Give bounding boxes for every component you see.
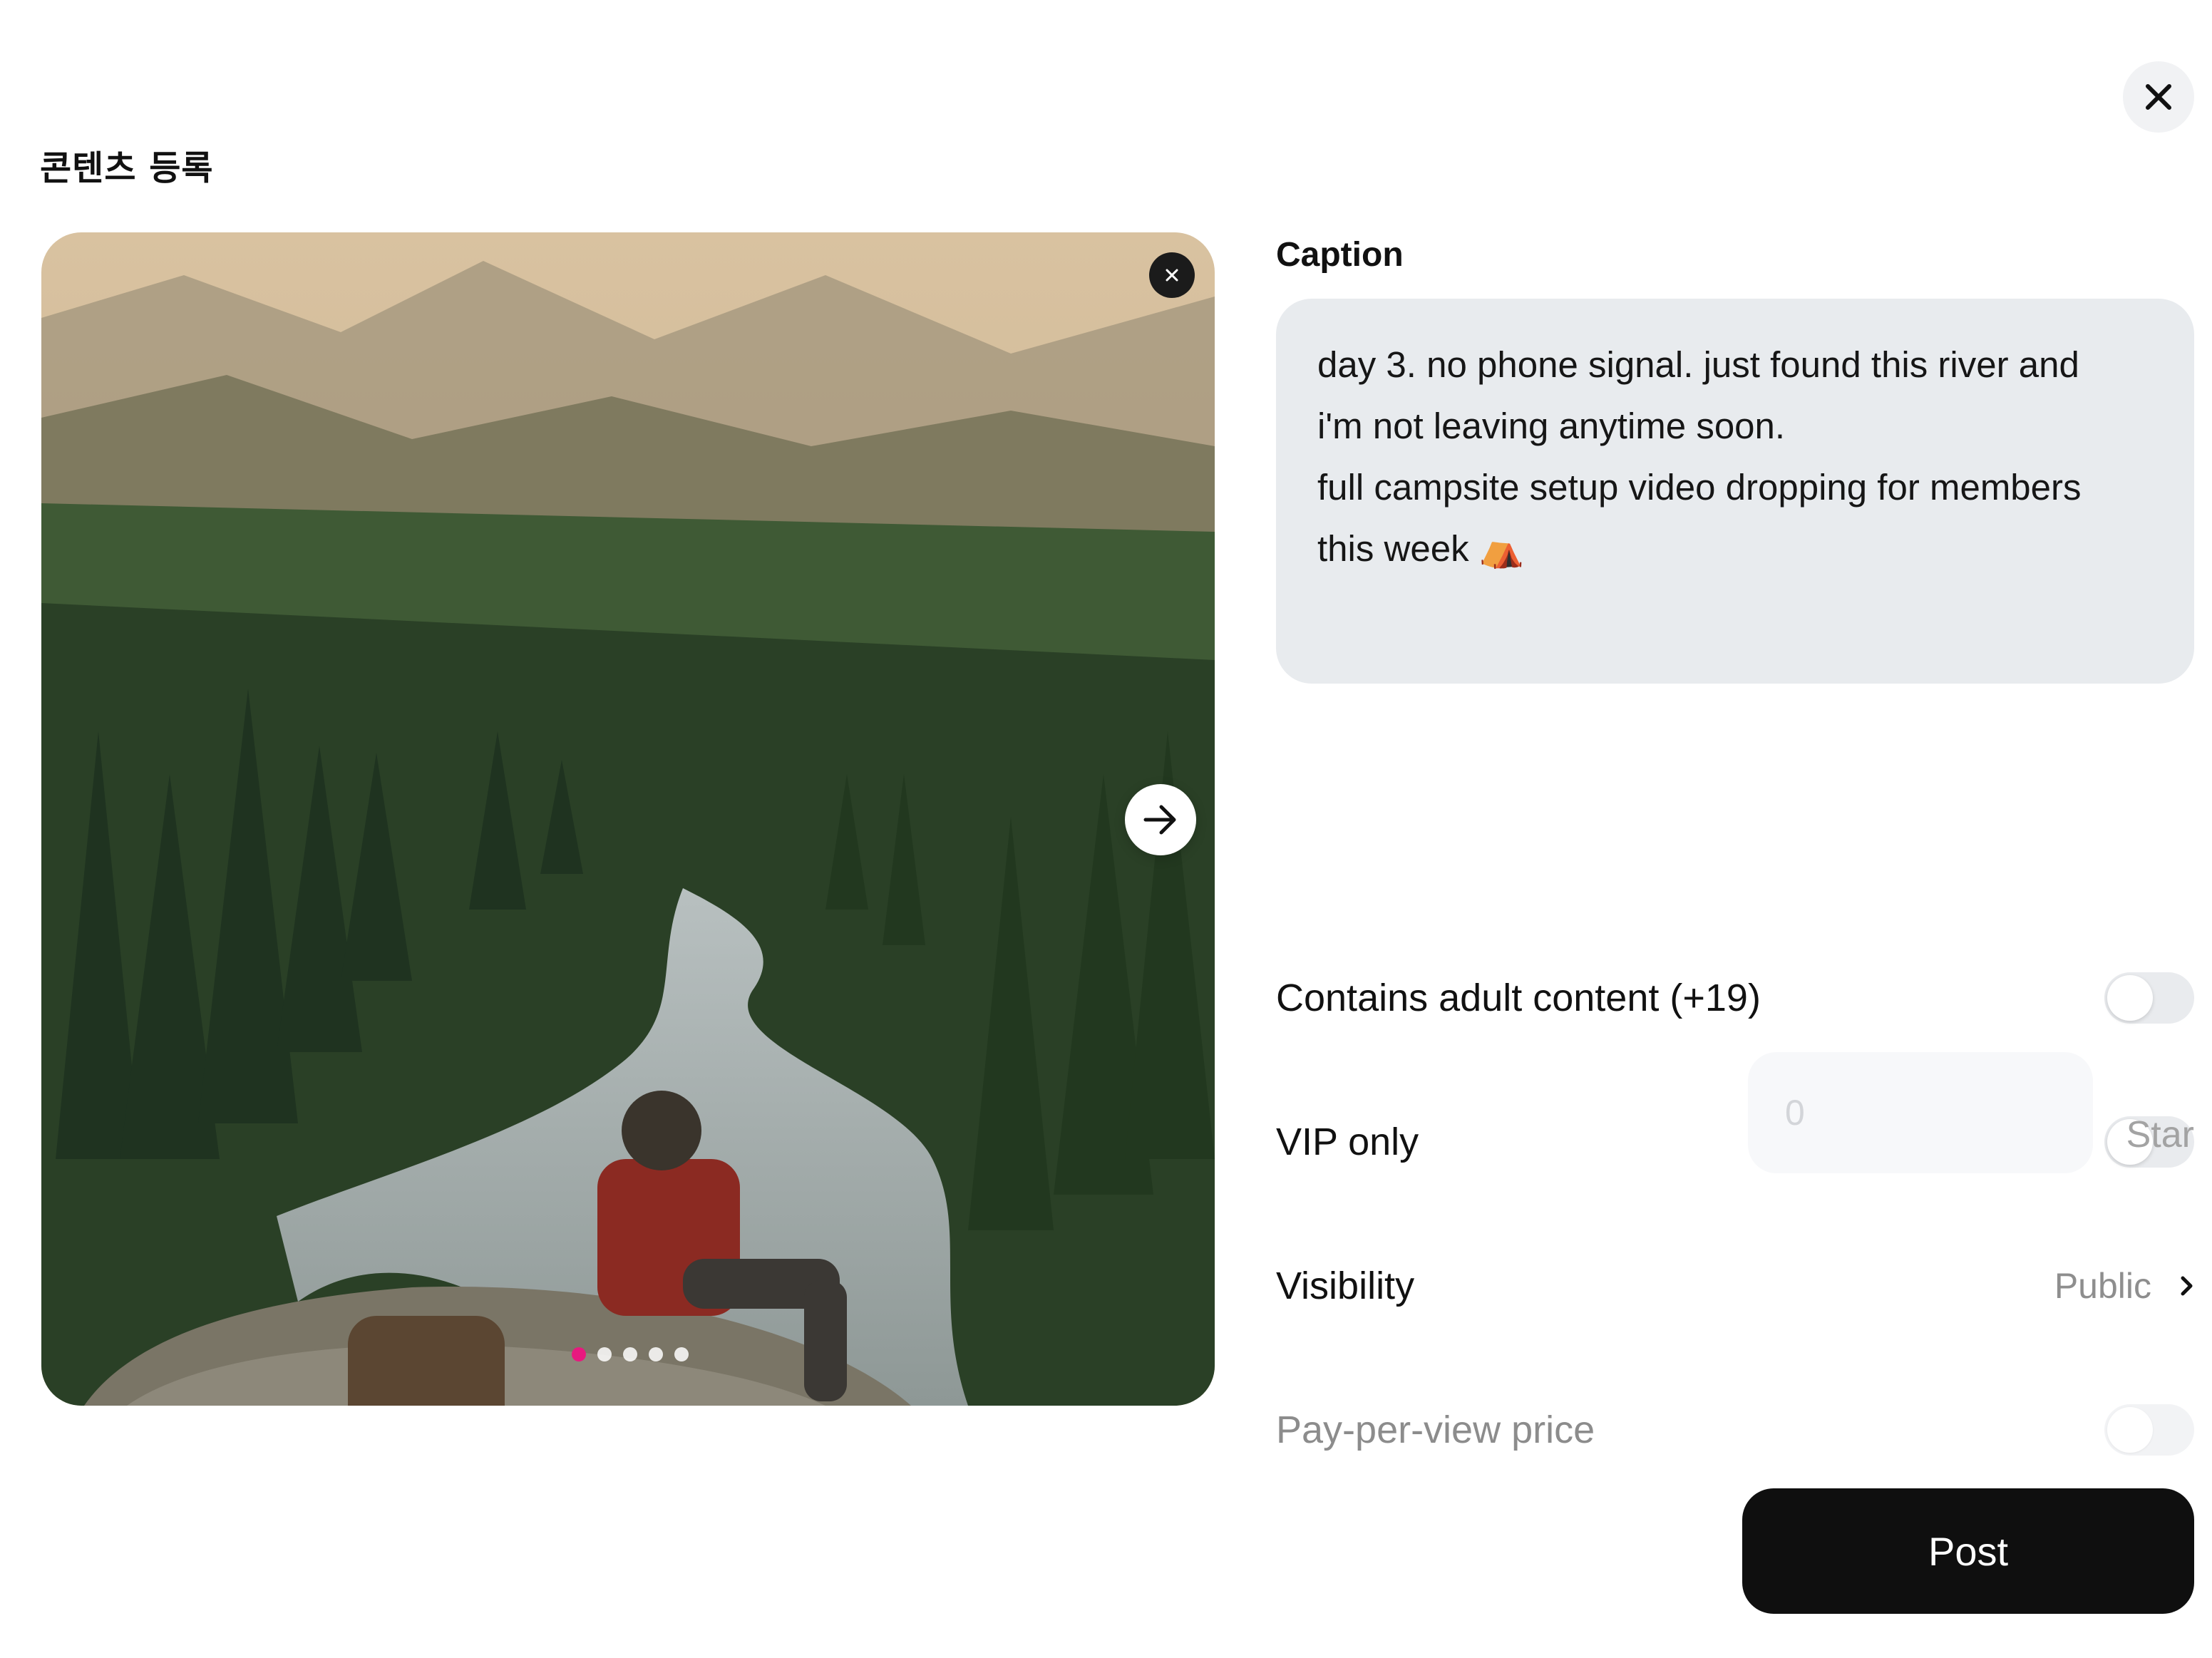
ppv-row: Pay-per-view price [1276,1394,2194,1466]
ppv-price-input[interactable]: 0 [1748,1052,2093,1173]
next-media-button[interactable] [1125,784,1196,855]
close-button[interactable] [2123,61,2194,133]
toggle-knob [2107,1407,2153,1453]
remove-media-button[interactable] [1149,252,1195,298]
arrow-right-icon [1143,805,1176,835]
adult-content-row: Contains adult content (+19) [1276,962,2194,1034]
visibility-label: Visibility [1276,1265,1415,1307]
visibility-value: Public [2054,1266,2151,1306]
content-upload-dialog: 콘텐츠 등록 Caption day 3. no phone signal. j… [0,0,2212,1658]
media-preview [41,232,1215,1406]
close-icon [1166,269,1178,282]
carousel-dot[interactable] [623,1347,637,1361]
visibility-row[interactable]: Visibility Public [1276,1250,2194,1322]
caption-input[interactable]: day 3. no phone signal. just found this … [1276,299,2194,684]
vip-only-label: VIP only [1276,1121,1419,1163]
post-form: Caption day 3. no phone signal. just fou… [1276,232,2194,1456]
adult-content-label: Contains adult content (+19) [1276,977,1761,1019]
ppv-toggle[interactable] [2104,1404,2194,1456]
close-icon [2146,84,2171,110]
photo-mountain-river [41,232,1215,1406]
page-title: 콘텐츠 등록 [40,148,214,188]
carousel-dot[interactable] [649,1347,663,1361]
post-button[interactable]: Post [1742,1488,2194,1614]
ppv-price-unit: Star [2126,1114,2194,1155]
carousel-dot[interactable] [572,1347,586,1361]
adult-content-toggle[interactable] [2104,972,2194,1024]
carousel-dot[interactable] [674,1347,689,1361]
carousel-dot[interactable] [597,1347,612,1361]
toggle-knob [2107,975,2153,1021]
caption-label: Caption [1276,236,1404,274]
visibility-selector[interactable]: Public [2054,1265,2194,1307]
carousel-dots [572,1347,689,1361]
chevron-right-icon [2181,1276,2193,1296]
ppv-label: Pay-per-view price [1276,1409,1595,1451]
